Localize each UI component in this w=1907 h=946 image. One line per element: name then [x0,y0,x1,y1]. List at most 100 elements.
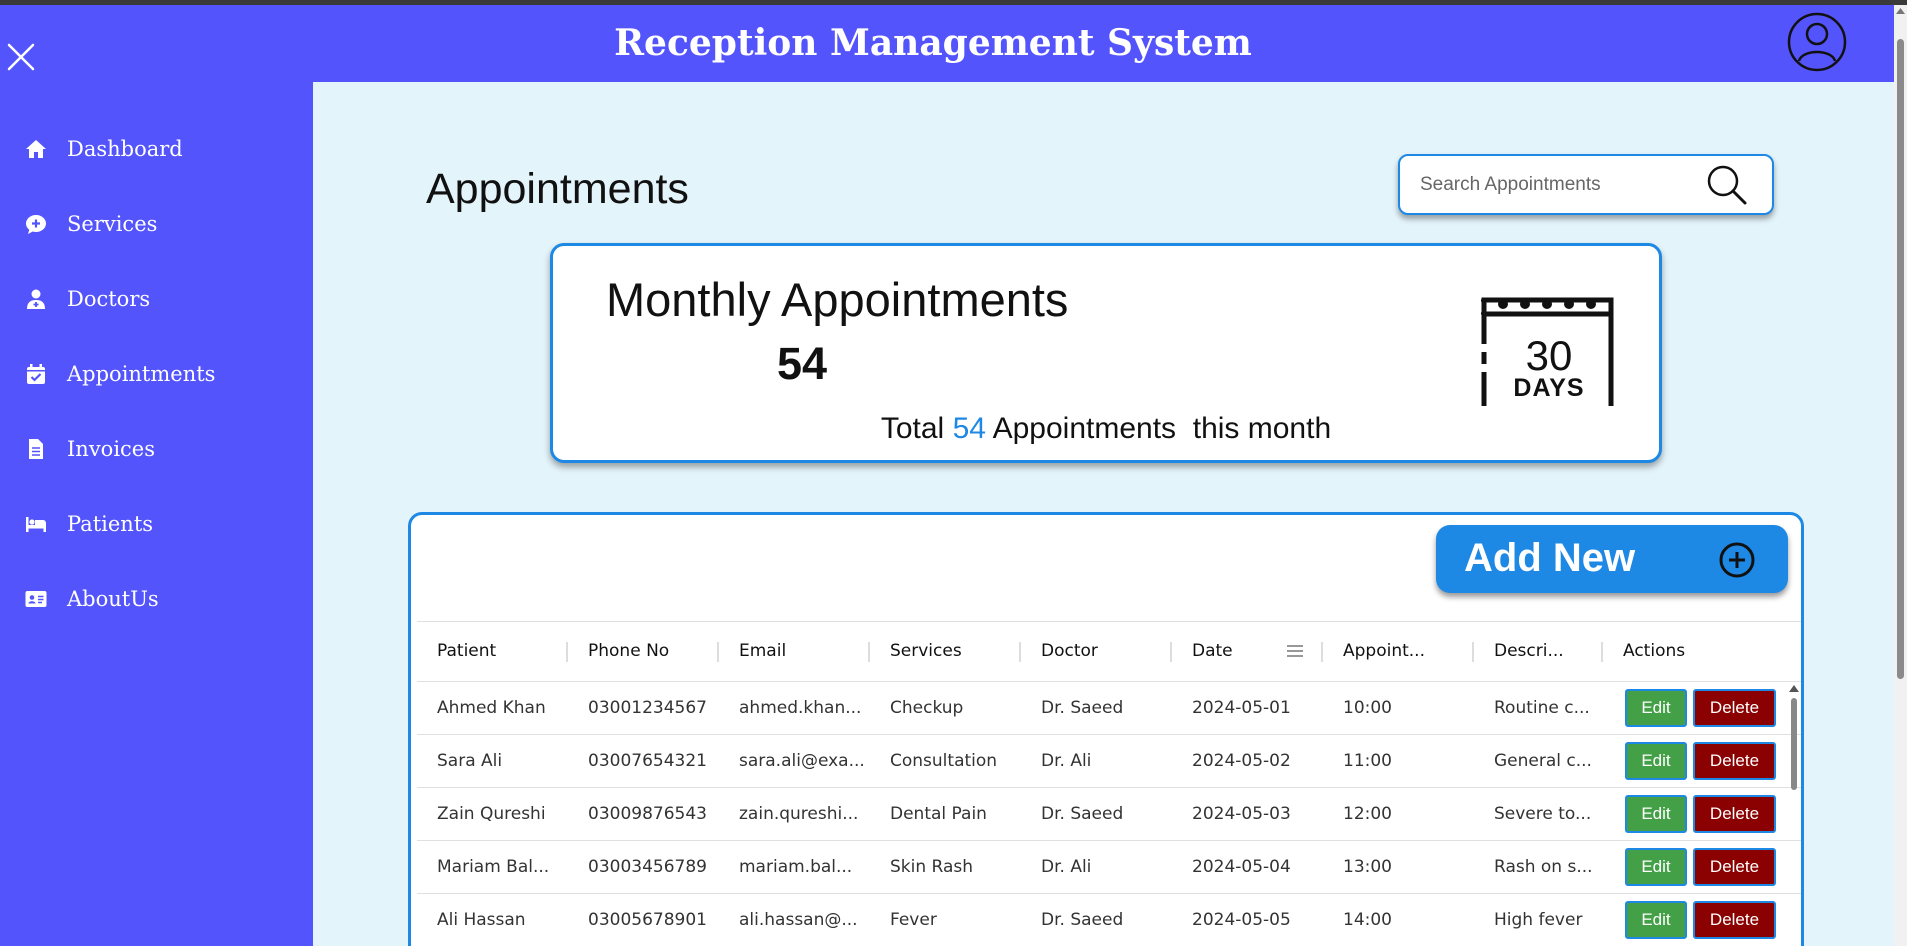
cell-email: ali.hassan@... [739,910,858,930]
edit-button[interactable]: Edit [1625,742,1687,780]
cell-email: ahmed.khan... [739,698,862,718]
column-separator[interactable] [1170,642,1172,662]
sidebar-item-dashboard[interactable]: Dashboard [0,124,313,174]
invoice-icon [29,439,43,459]
column-header[interactable]: Appoint... [1343,622,1425,682]
page-scrollbar[interactable] [1894,5,1907,946]
sidebar-item-label: Invoices [67,437,156,461]
edit-button[interactable]: Edit [1625,689,1687,727]
cell-date: 2024-05-03 [1192,804,1291,824]
stat-count: 54 [777,338,828,389]
cell-doctor: Dr. Ali [1041,751,1092,771]
cell-doctor: Dr. Saeed [1041,804,1124,824]
sidebar-item-label: Services [67,212,158,236]
add-new-label: Add New [1464,536,1636,580]
sidebar-item-label: AboutUs [67,587,159,611]
cell-time: 12:00 [1343,804,1392,824]
column-separator[interactable] [1601,642,1603,662]
sidebar-item-doctors[interactable]: Doctors [0,274,313,324]
calendar-30-days-icon: 30 DAYS [1481,294,1617,406]
column-separator[interactable] [868,642,870,662]
cell-description: High fever [1494,910,1583,930]
page-title: Appointments [426,165,689,213]
cell-phone: 03009876543 [588,804,707,824]
cell-patient: Ali Hassan [437,910,526,930]
add-new-button[interactable]: Add New [1436,525,1788,593]
column-header[interactable]: Phone No [588,622,669,682]
column-header[interactable]: Descri... [1494,622,1564,682]
cell-service: Checkup [890,698,964,718]
bed-icon [26,517,46,532]
column-separator[interactable] [1019,642,1021,662]
sidebar-item-label: Appointments [67,362,216,386]
cell-date: 2024-05-05 [1192,910,1291,930]
cell-description: General c... [1494,751,1592,771]
sidebar-item-patients[interactable]: Patients [0,499,313,549]
cell-time: 10:00 [1343,698,1392,718]
cell-service: Consultation [890,751,998,771]
appointments-table: Patient Phone No Email Services Doctor D… [417,621,1801,946]
app-window: Reception Management System Dashboard Se… [0,5,1907,946]
sidebar-item-label: Patients [67,512,154,536]
cell-date: 2024-05-01 [1192,698,1291,718]
column-header[interactable]: Email [739,622,786,682]
calendar-unit: DAYS [1513,374,1585,402]
sidebar-item-invoices[interactable]: Invoices [0,424,313,474]
id-card-icon [25,591,47,607]
home-icon [26,140,46,158]
header-bar: Reception Management System [0,5,1894,82]
column-header[interactable]: Services [890,622,962,682]
column-separator[interactable] [566,642,568,662]
column-separator[interactable] [1472,642,1474,662]
cell-date: 2024-05-04 [1192,857,1291,877]
chat-plus-icon [26,215,46,234]
column-header[interactable]: Patient [437,622,496,682]
cell-service: Skin Rash [890,857,974,877]
app-title: Reception Management System [614,22,1252,64]
cell-patient: Sara Ali [437,751,503,771]
calendar-check-icon [27,364,45,384]
column-separator[interactable] [1321,642,1323,662]
table-scrollbar[interactable] [1787,682,1801,946]
sidebar-item-services[interactable]: Services [0,199,313,249]
calendar-number: 30 [1525,332,1573,379]
edit-button[interactable]: Edit [1625,795,1687,833]
delete-button[interactable]: Delete [1693,795,1776,833]
sidebar-item-aboutus[interactable]: AboutUs [0,574,313,624]
delete-button[interactable]: Delete [1693,742,1776,780]
column-menu-icon[interactable] [1287,644,1303,658]
doctor-icon [27,289,45,309]
user-avatar-icon[interactable] [1787,12,1847,72]
table-row[interactable]: Ahmed Khan 03001234567 ahmed.khan... Che… [417,682,1801,735]
table-row[interactable]: Sara Ali 03007654321 sara.ali@exa... Con… [417,735,1801,788]
column-separator[interactable] [717,642,719,662]
delete-button[interactable]: Delete [1693,901,1776,939]
cell-service: Fever [890,910,937,930]
plus-circle-icon [1719,542,1755,578]
column-header[interactable]: Date [1192,622,1233,682]
cell-doctor: Dr. Saeed [1041,698,1124,718]
table-row[interactable]: Zain Qureshi 03009876543 zain.qureshi...… [417,788,1801,841]
delete-button[interactable]: Delete [1693,848,1776,886]
cell-phone: 03005678901 [588,910,707,930]
sidebar-item-label: Dashboard [67,137,183,161]
delete-button[interactable]: Delete [1693,689,1776,727]
sidebar-item-appointments[interactable]: Appointments [0,349,313,399]
table-row[interactable]: Mariam Bal... 03003456789 mariam.bal... … [417,841,1801,894]
cell-phone: 03007654321 [588,751,707,771]
search-icon[interactable] [1703,161,1751,209]
caption-prefix: Total [880,412,953,445]
caption-suffix: Appointments this month [985,412,1332,445]
table-header: Patient Phone No Email Services Doctor D… [417,622,1801,682]
cell-phone: 03003456789 [588,857,707,877]
sidebar-item-label: Doctors [67,287,151,311]
edit-button[interactable]: Edit [1625,848,1687,886]
cell-description: Rash on s... [1494,857,1593,877]
table-row[interactable]: Ali Hassan 03005678901 ali.hassan@... Fe… [417,894,1801,946]
stat-caption: Total 54 Appointments this month [553,412,1659,446]
search-input[interactable] [1420,171,1700,199]
edit-button[interactable]: Edit [1625,901,1687,939]
column-header[interactable]: Doctor [1041,622,1098,682]
cell-patient: Ahmed Khan [437,698,546,718]
cell-time: 11:00 [1343,751,1392,771]
